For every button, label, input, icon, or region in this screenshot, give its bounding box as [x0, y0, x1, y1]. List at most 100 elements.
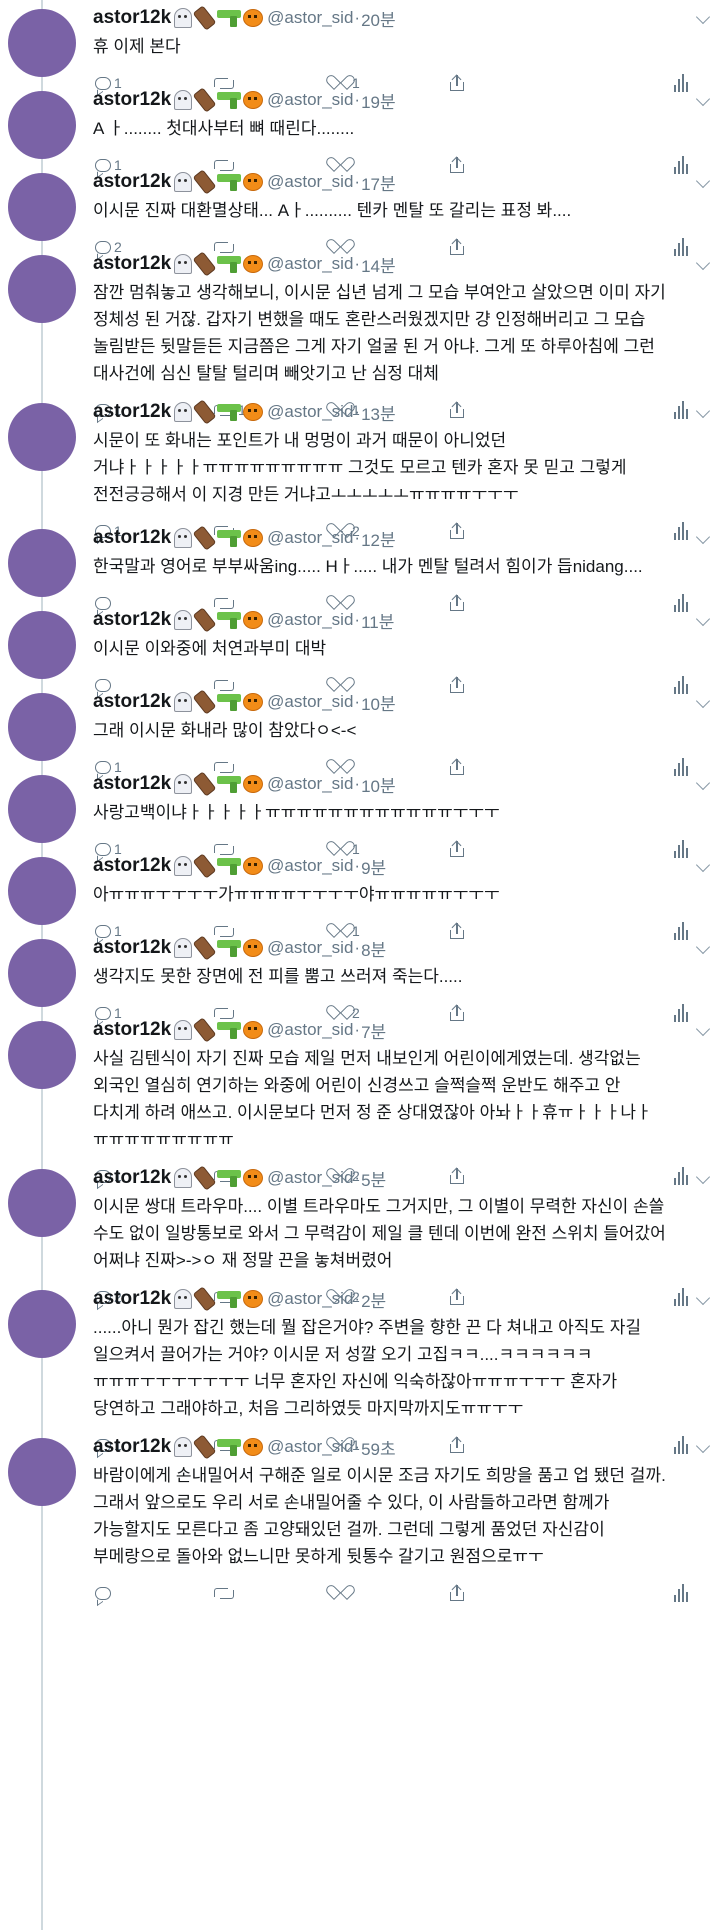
- display-name[interactable]: astor12k: [93, 401, 171, 423]
- water-pistol-icon: [217, 1289, 242, 1309]
- user-handle[interactable]: @astor_sid: [267, 172, 353, 192]
- timestamp[interactable]: 11분: [361, 608, 394, 633]
- tweet-header: astor12k @astor_sid · 10분: [93, 771, 696, 797]
- timestamp[interactable]: 8분: [361, 936, 386, 961]
- timestamp[interactable]: 14분: [361, 252, 396, 277]
- user-handle[interactable]: @astor_sid: [267, 90, 353, 110]
- user-handle[interactable]: @astor_sid: [267, 1168, 353, 1188]
- avatar[interactable]: [8, 611, 76, 679]
- chevron-down-icon[interactable]: [695, 1290, 711, 1306]
- user-handle[interactable]: @astor_sid: [267, 856, 353, 876]
- display-name[interactable]: astor12k: [93, 1019, 171, 1041]
- name-emojis: [174, 169, 264, 195]
- like-button[interactable]: [331, 1585, 449, 1601]
- water-pistol-icon: [217, 856, 242, 876]
- avatar[interactable]: [8, 9, 76, 77]
- user-handle[interactable]: @astor_sid: [267, 938, 353, 958]
- ghost-icon: [174, 692, 193, 712]
- timestamp[interactable]: 20분: [361, 6, 396, 31]
- avatar[interactable]: [8, 939, 76, 1007]
- avatar[interactable]: [8, 1169, 76, 1237]
- display-name[interactable]: astor12k: [93, 89, 171, 111]
- avatar[interactable]: [8, 529, 76, 597]
- tweet[interactable]: astor12k @astor_sid · 59초 바람이에게 손내밀어서 구해…: [0, 1429, 720, 1606]
- avatar[interactable]: [8, 693, 76, 761]
- chevron-down-icon[interactable]: [695, 939, 711, 955]
- display-name[interactable]: astor12k: [93, 7, 171, 29]
- avatar[interactable]: [8, 857, 76, 925]
- chevron-down-icon[interactable]: [695, 255, 711, 271]
- coffin-icon: [192, 1165, 217, 1191]
- display-name[interactable]: astor12k: [93, 1167, 171, 1189]
- tweet-header: astor12k @astor_sid · 19분: [93, 87, 696, 113]
- user-handle[interactable]: @astor_sid: [267, 8, 353, 28]
- analytics-icon[interactable]: [674, 1584, 688, 1602]
- display-name[interactable]: astor12k: [93, 937, 171, 959]
- timestamp[interactable]: 19분: [361, 88, 396, 113]
- separator-dot: ·: [354, 610, 361, 629]
- water-pistol-icon: [217, 1020, 242, 1040]
- avatar[interactable]: [8, 1438, 76, 1506]
- tweet-header: astor12k @astor_sid · 5분: [93, 1165, 696, 1191]
- avatar[interactable]: [8, 403, 76, 471]
- timestamp[interactable]: 2분: [361, 1287, 386, 1312]
- user-handle[interactable]: @astor_sid: [267, 528, 353, 548]
- share-button[interactable]: [449, 1584, 567, 1602]
- timestamp[interactable]: 17분: [361, 170, 396, 195]
- reply-button[interactable]: [95, 1586, 213, 1600]
- display-name[interactable]: astor12k: [93, 1288, 171, 1310]
- coffin-icon: [192, 169, 217, 195]
- chevron-down-icon[interactable]: [695, 1021, 711, 1037]
- water-pistol-icon: [217, 90, 242, 110]
- user-handle[interactable]: @astor_sid: [267, 774, 353, 794]
- display-name[interactable]: astor12k: [93, 609, 171, 631]
- display-name[interactable]: astor12k: [93, 527, 171, 549]
- chevron-down-icon[interactable]: [695, 91, 711, 107]
- chevron-down-icon[interactable]: [695, 529, 711, 545]
- timestamp[interactable]: 59초: [361, 1435, 396, 1460]
- user-handle[interactable]: @astor_sid: [267, 610, 353, 630]
- user-handle[interactable]: @astor_sid: [267, 692, 353, 712]
- avatar[interactable]: [8, 173, 76, 241]
- timestamp[interactable]: 12분: [361, 526, 396, 551]
- timestamp[interactable]: 9분: [361, 854, 386, 879]
- tweet-header: astor12k @astor_sid · 13분: [93, 399, 696, 425]
- chevron-down-icon[interactable]: [695, 9, 711, 25]
- name-emojis: [174, 1017, 264, 1043]
- chevron-down-icon[interactable]: [695, 693, 711, 709]
- chevron-down-icon[interactable]: [695, 611, 711, 627]
- chevron-down-icon[interactable]: [695, 775, 711, 791]
- chevron-down-icon[interactable]: [695, 1169, 711, 1185]
- chevron-down-icon[interactable]: [695, 857, 711, 873]
- user-handle[interactable]: @astor_sid: [267, 254, 353, 274]
- timestamp[interactable]: 10분: [361, 772, 396, 797]
- timestamp[interactable]: 7분: [361, 1018, 386, 1043]
- chevron-down-icon[interactable]: [695, 1438, 711, 1454]
- display-name[interactable]: astor12k: [93, 253, 171, 275]
- retweet-button[interactable]: [213, 1586, 331, 1600]
- display-name[interactable]: astor12k: [93, 171, 171, 193]
- display-name[interactable]: astor12k: [93, 1436, 171, 1458]
- chevron-down-icon[interactable]: [695, 173, 711, 189]
- ghost-icon: [174, 774, 193, 794]
- water-pistol-icon: [217, 1437, 242, 1457]
- display-name[interactable]: astor12k: [93, 691, 171, 713]
- avatar[interactable]: [8, 255, 76, 323]
- avatar[interactable]: [8, 1021, 76, 1089]
- avatar[interactable]: [8, 1290, 76, 1358]
- display-name[interactable]: astor12k: [93, 773, 171, 795]
- display-name[interactable]: astor12k: [93, 855, 171, 877]
- timestamp[interactable]: 10분: [361, 690, 396, 715]
- timestamp[interactable]: 13분: [361, 400, 396, 425]
- user-handle[interactable]: @astor_sid: [267, 1020, 353, 1040]
- user-handle[interactable]: @astor_sid: [267, 402, 353, 422]
- user-handle[interactable]: @astor_sid: [267, 1437, 353, 1457]
- tweet-text: A ㅏ........ 첫대사부터 뼈 때린다........: [93, 119, 355, 138]
- timestamp[interactable]: 5분: [361, 1166, 386, 1191]
- avatar[interactable]: [8, 91, 76, 159]
- avatar[interactable]: [8, 775, 76, 843]
- user-handle[interactable]: @astor_sid: [267, 1289, 353, 1309]
- pumpkin-icon: [243, 91, 264, 109]
- name-emojis: [174, 5, 264, 31]
- chevron-down-icon[interactable]: [695, 403, 711, 419]
